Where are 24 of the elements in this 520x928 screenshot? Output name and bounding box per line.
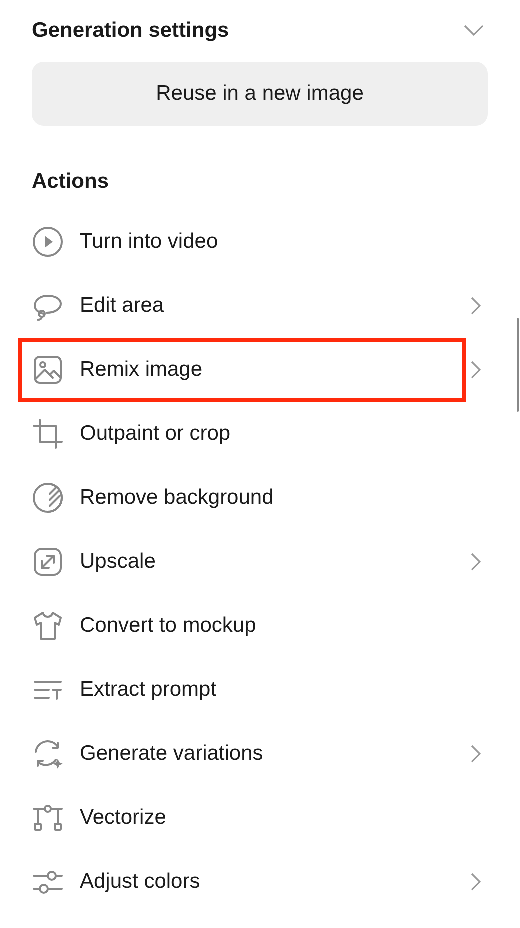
action-item[interactable]: Remove background	[18, 466, 478, 530]
cycle-icon	[32, 738, 64, 770]
crop-icon	[32, 418, 64, 450]
action-item[interactable]: Generate variations	[18, 722, 478, 786]
expand-icon	[32, 546, 64, 578]
action-item[interactable]: Outpaint or crop	[18, 402, 478, 466]
image-icon	[32, 354, 64, 386]
action-item[interactable]: Convert to mockup	[18, 594, 478, 658]
reuse-button[interactable]: Reuse in a new image	[32, 62, 488, 126]
section-title: Generation settings	[32, 19, 230, 43]
highlighted-action-item[interactable]: Remix image	[18, 338, 466, 402]
action-item[interactable]: Turn into video	[18, 210, 478, 274]
action-item[interactable]: Upscale	[18, 530, 478, 594]
striped-circle-icon	[32, 482, 64, 514]
scrollbar[interactable]	[517, 318, 519, 412]
vector-nodes-icon	[32, 802, 64, 834]
play-icon	[32, 226, 64, 258]
section-title: Actions	[32, 169, 110, 195]
action-item[interactable]: Vectorize	[18, 786, 478, 850]
shirt-icon	[32, 610, 64, 642]
action-item[interactable]: Extract prompt	[18, 658, 478, 722]
chevron-down-icon[interactable]	[464, 25, 484, 37]
action-item[interactable]: Edit area	[18, 274, 478, 338]
action-item[interactable]: Adjust colors	[18, 850, 478, 914]
